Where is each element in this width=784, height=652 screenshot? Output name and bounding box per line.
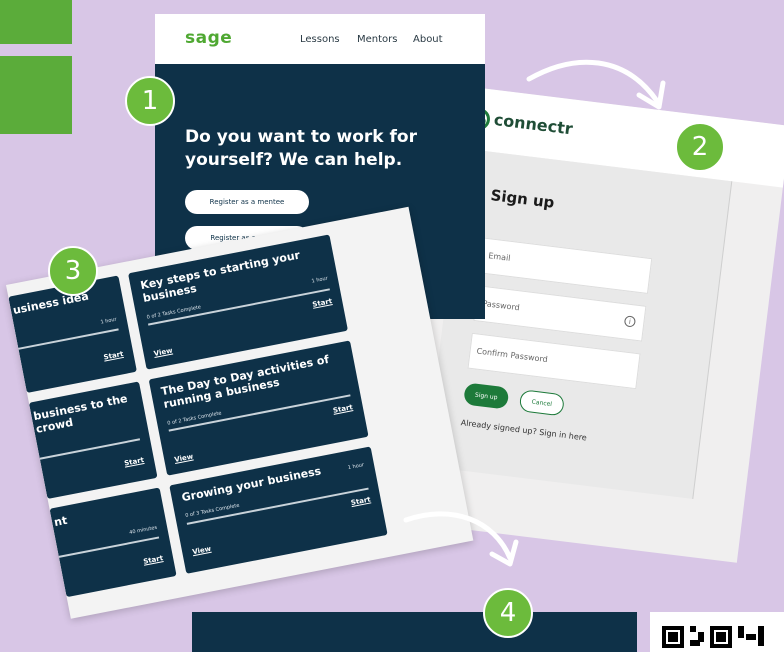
progress-bar <box>18 328 119 350</box>
step-badge-3: 3 <box>48 246 98 296</box>
step-badge-1: 1 <box>125 76 175 126</box>
curved-arrow-icon <box>526 59 666 110</box>
start-link[interactable]: Start <box>124 456 145 468</box>
progress-bar <box>39 438 141 460</box>
view-link[interactable]: View <box>153 347 173 358</box>
step-badge-4: 4 <box>483 588 533 638</box>
start-link[interactable]: Start <box>350 495 371 507</box>
step-badge-2: 2 <box>675 122 725 172</box>
info-icon[interactable]: i <box>623 315 637 328</box>
curved-arrow-icon <box>403 511 519 567</box>
lesson-tile[interactable]: nt 40 minutes Start <box>49 487 177 598</box>
qr-code <box>650 612 784 652</box>
green-decor-block <box>0 56 72 134</box>
sage-headline: Do you want to work for yourself? We can… <box>185 127 417 170</box>
sage-logo[interactable]: sage <box>185 28 232 48</box>
start-link[interactable]: Start <box>103 350 124 362</box>
start-link[interactable]: Start <box>143 554 164 566</box>
nav-lessons[interactable]: Lessons <box>300 34 340 45</box>
step4-screenshot <box>192 612 637 652</box>
register-mentee-button[interactable]: Register as a mentee <box>185 190 309 214</box>
green-decor-block <box>0 0 72 44</box>
progress-bar <box>58 536 160 558</box>
sage-navbar: sage Lessons Mentors About <box>155 14 485 64</box>
view-link[interactable]: View <box>192 545 212 556</box>
nav-about[interactable]: About <box>413 34 443 45</box>
view-link[interactable]: View <box>174 453 194 464</box>
start-link[interactable]: Start <box>312 297 333 309</box>
nav-mentors[interactable]: Mentors <box>357 34 397 45</box>
start-link[interactable]: Start <box>332 403 353 415</box>
lesson-tile[interactable]: business to the crowd Start <box>28 381 158 499</box>
